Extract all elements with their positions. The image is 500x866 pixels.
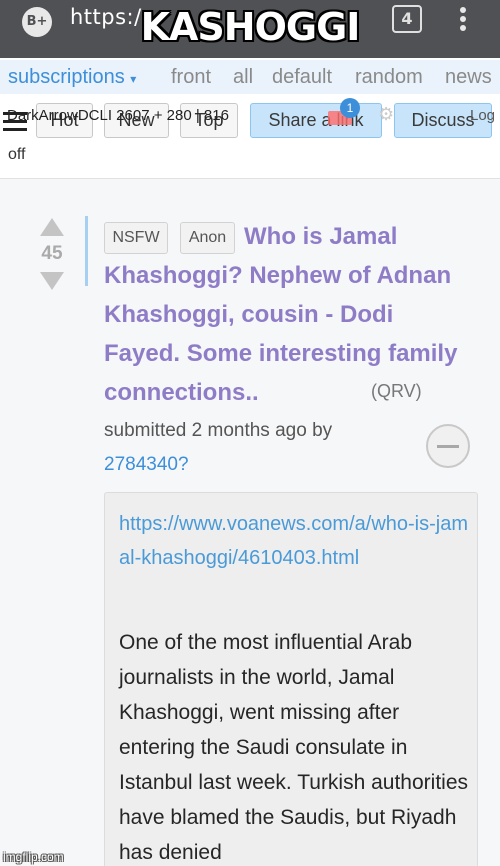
link-preview-card: https://www.voanews.com/a/who-is-jamal-k…	[104, 492, 478, 866]
submitted-info: submitted 2 months ago by	[104, 420, 333, 441]
divider	[0, 178, 500, 179]
vote-score: 45	[41, 243, 63, 264]
nav-link-all[interactable]: all	[233, 66, 253, 89]
watermark: imgflip.com	[3, 850, 64, 864]
minus-icon	[437, 445, 459, 448]
logoff-link-tail[interactable]: off	[8, 146, 26, 164]
nav-link-news[interactable]: news	[445, 66, 492, 89]
link-excerpt: One of the most influential Arab journal…	[119, 631, 469, 864]
mail-count-badge: 1	[340, 98, 360, 118]
post-accent-bar	[85, 216, 88, 286]
nav-link-random[interactable]: random	[355, 66, 423, 89]
subscriptions-dropdown[interactable]: subscriptions ▾	[8, 66, 136, 89]
site-nav: subscriptions ▾ front all default random…	[0, 60, 500, 94]
chevron-down-icon: ▾	[130, 72, 137, 86]
submission: 45 NSFW Anon Who is Jamal Khashoggi? Nep…	[0, 196, 500, 866]
logoff-link[interactable]: Log	[470, 107, 495, 124]
post-domain[interactable]: (QRV)	[371, 381, 422, 402]
share-link-button[interactable]: Share a link	[250, 103, 382, 138]
subscriptions-label: subscriptions	[8, 66, 125, 88]
downvote-arrow-icon[interactable]	[40, 272, 64, 290]
gear-icon[interactable]: ⚙	[378, 104, 394, 125]
link-url[interactable]: https://www.voanews.com/a/who-is-jamal-k…	[119, 507, 477, 575]
nav-link-front[interactable]: front	[171, 66, 211, 89]
author-link[interactable]: 2784340?	[104, 454, 189, 476]
user-info[interactable]: DarkArrowDCLI 2607 + 280 | 816	[7, 107, 229, 124]
site-toolbar: Hot New Top Share a link Discuss DarkArr…	[0, 94, 500, 168]
meme-caption: KASHOGGI	[140, 5, 361, 49]
menu-icon[interactable]	[3, 112, 27, 136]
nav-link-default[interactable]: default	[272, 66, 332, 89]
collapse-button[interactable]	[426, 424, 470, 468]
upvote-arrow-icon[interactable]	[40, 218, 64, 236]
